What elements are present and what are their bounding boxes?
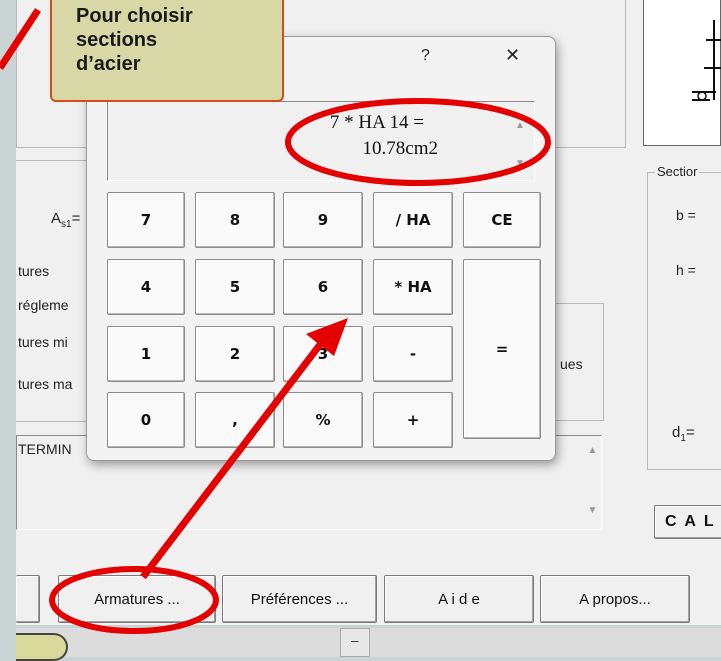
rebar-diagram-icon bbox=[692, 20, 721, 101]
armatures-button[interactable]: Armatures ... bbox=[58, 575, 216, 623]
label-armatures-min: tures mi bbox=[18, 334, 68, 350]
label-armatures-1: tures bbox=[18, 263, 50, 279]
preferences-button[interactable]: Préférences ... bbox=[222, 575, 377, 623]
messages-text: TERMIN bbox=[18, 441, 72, 457]
status-minus-mark: – bbox=[351, 633, 359, 648]
messages-scroll-down-icon[interactable]: ▼ bbox=[584, 503, 601, 517]
section-diagram-panel bbox=[643, 0, 721, 146]
key-ce[interactable]: CE bbox=[463, 192, 541, 248]
key-8[interactable]: 8 bbox=[195, 192, 275, 248]
display-line-1: 7 * HA 14 = bbox=[329, 112, 424, 133]
key-5[interactable]: 5 bbox=[195, 259, 275, 315]
toolbar-left-button[interactable] bbox=[16, 575, 40, 623]
label-armatures-max: tures ma bbox=[18, 376, 73, 392]
key-3[interactable]: 3 bbox=[283, 326, 363, 382]
callout-line-3: d’acier bbox=[76, 53, 141, 75]
key-9[interactable]: 9 bbox=[283, 192, 363, 248]
calculator-display: 7 * HA 14 = 10.78cm2 ▲ ▼ bbox=[107, 101, 535, 181]
key-2[interactable]: 2 bbox=[195, 326, 275, 382]
apropos-button[interactable]: A propos... bbox=[540, 575, 690, 623]
key-6[interactable]: 6 bbox=[283, 259, 363, 315]
key-decimal[interactable]: , bbox=[195, 392, 275, 448]
callout-line-2: sections bbox=[76, 29, 158, 51]
key-divide-ha[interactable]: / HA bbox=[373, 192, 453, 248]
label-b: b = bbox=[676, 207, 696, 223]
messages-scrollbar[interactable]: ▲ ▼ bbox=[584, 437, 601, 529]
key-plus[interactable]: + bbox=[373, 392, 453, 448]
key-7[interactable]: 7 bbox=[107, 192, 185, 248]
display-scroll-down-icon[interactable]: ▼ bbox=[512, 156, 528, 170]
key-1[interactable]: 1 bbox=[107, 326, 185, 382]
callout-line-1: Pour choisir bbox=[76, 5, 193, 27]
as1-label: As1= bbox=[51, 210, 81, 230]
key-percent[interactable]: % bbox=[283, 392, 363, 448]
callout-box: Pour choisir sections d’acier bbox=[50, 0, 284, 102]
display-scroll-up-icon[interactable]: ▲ bbox=[512, 118, 528, 132]
aide-button[interactable]: A i d e bbox=[384, 575, 534, 623]
close-icon[interactable]: ✕ bbox=[505, 45, 520, 66]
label-reglement: régleme bbox=[18, 297, 69, 313]
key-0[interactable]: 0 bbox=[107, 392, 185, 448]
label-d1: d1= bbox=[672, 424, 695, 444]
label-ues: ues bbox=[560, 356, 583, 372]
label-h: h = bbox=[676, 262, 696, 278]
key-equals[interactable]: = bbox=[463, 259, 541, 439]
key-4[interactable]: 4 bbox=[107, 259, 185, 315]
messages-scroll-up-icon[interactable]: ▲ bbox=[584, 443, 601, 457]
help-icon[interactable]: ? bbox=[421, 47, 430, 65]
display-line-2: 10.78cm2 bbox=[362, 138, 438, 159]
key-multiply-ha[interactable]: * HA bbox=[373, 259, 453, 315]
calculate-button[interactable]: C A L bbox=[654, 505, 721, 539]
section-group-title: Sectior bbox=[655, 164, 700, 179]
key-minus[interactable]: - bbox=[373, 326, 453, 382]
